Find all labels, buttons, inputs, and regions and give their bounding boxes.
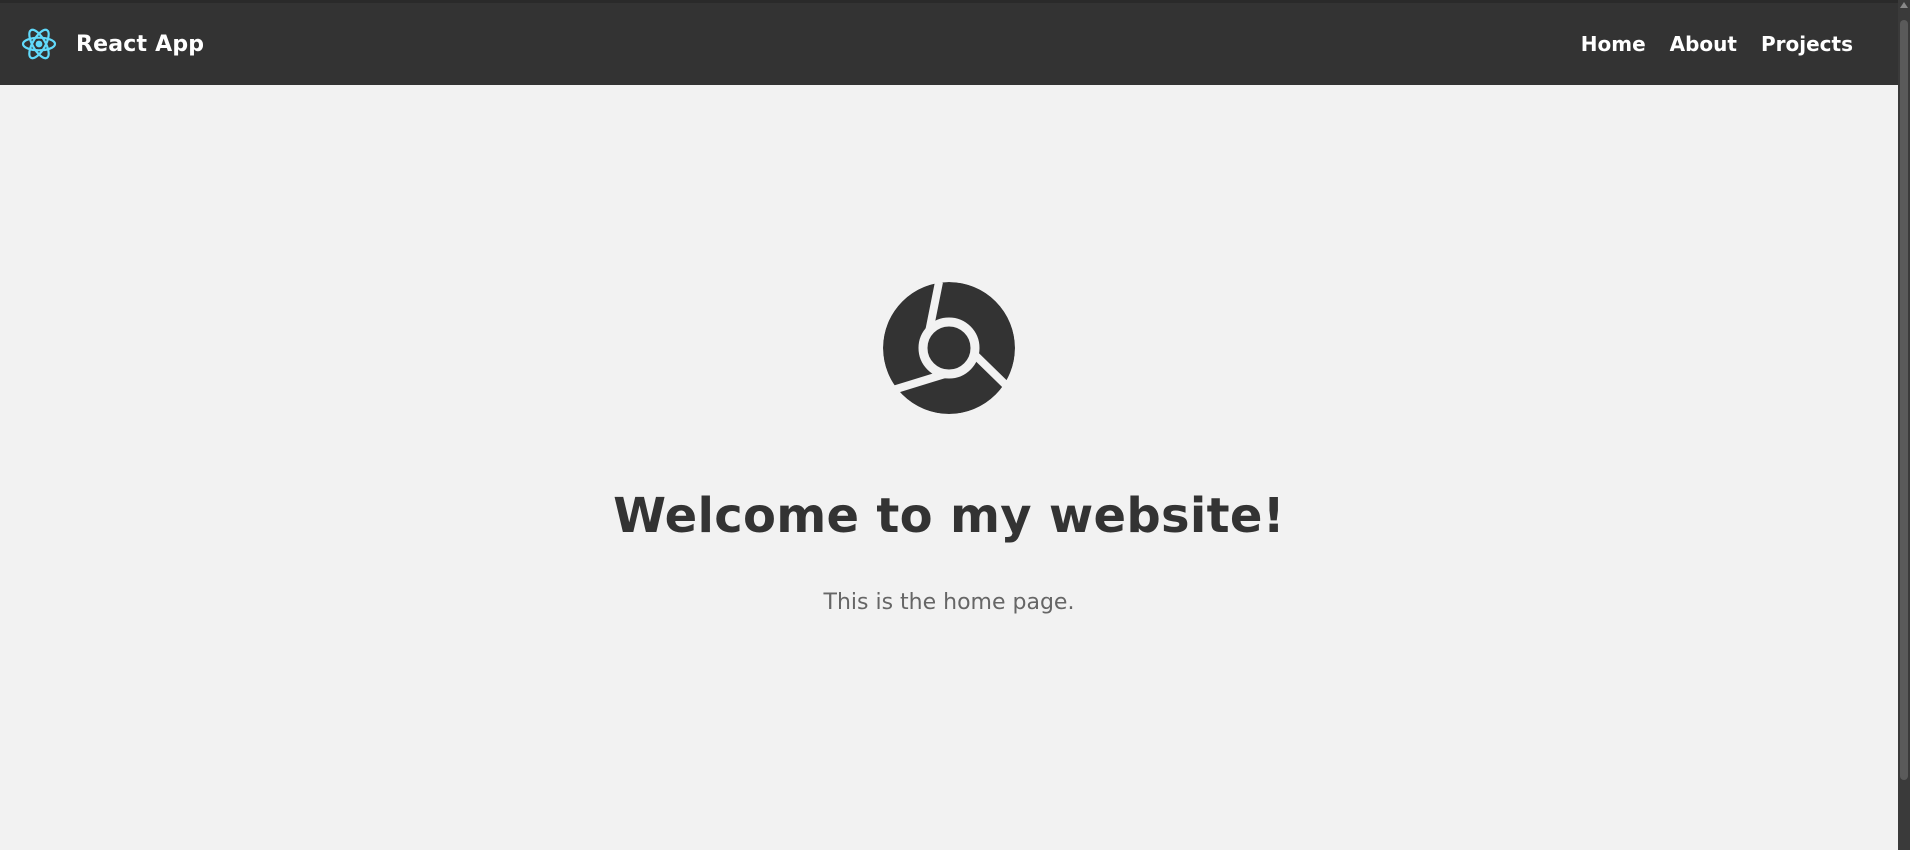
brand-link[interactable]: React App <box>20 25 204 63</box>
hero-section: Welcome to my website! This is the home … <box>0 85 1898 850</box>
chrome-logo-icon <box>881 280 1017 416</box>
react-atom-icon <box>20 25 58 63</box>
nav-link-home[interactable]: Home <box>1581 32 1646 56</box>
navbar: React App Home About Projects <box>0 0 1898 85</box>
page-subtitle: This is the home page. <box>823 590 1075 616</box>
scroll-up-arrow-icon[interactable] <box>1900 2 1908 8</box>
nav-links: Home About Projects <box>1581 32 1853 56</box>
scrollbar-thumb[interactable] <box>1900 20 1908 780</box>
nav-link-projects[interactable]: Projects <box>1761 32 1853 56</box>
nav-link-about[interactable]: About <box>1670 32 1737 56</box>
page: React App Home About Projects Welcome to… <box>0 0 1910 850</box>
page-title: Welcome to my website! <box>613 488 1285 544</box>
vertical-scrollbar[interactable] <box>1898 0 1910 850</box>
brand-title: React App <box>76 31 205 57</box>
